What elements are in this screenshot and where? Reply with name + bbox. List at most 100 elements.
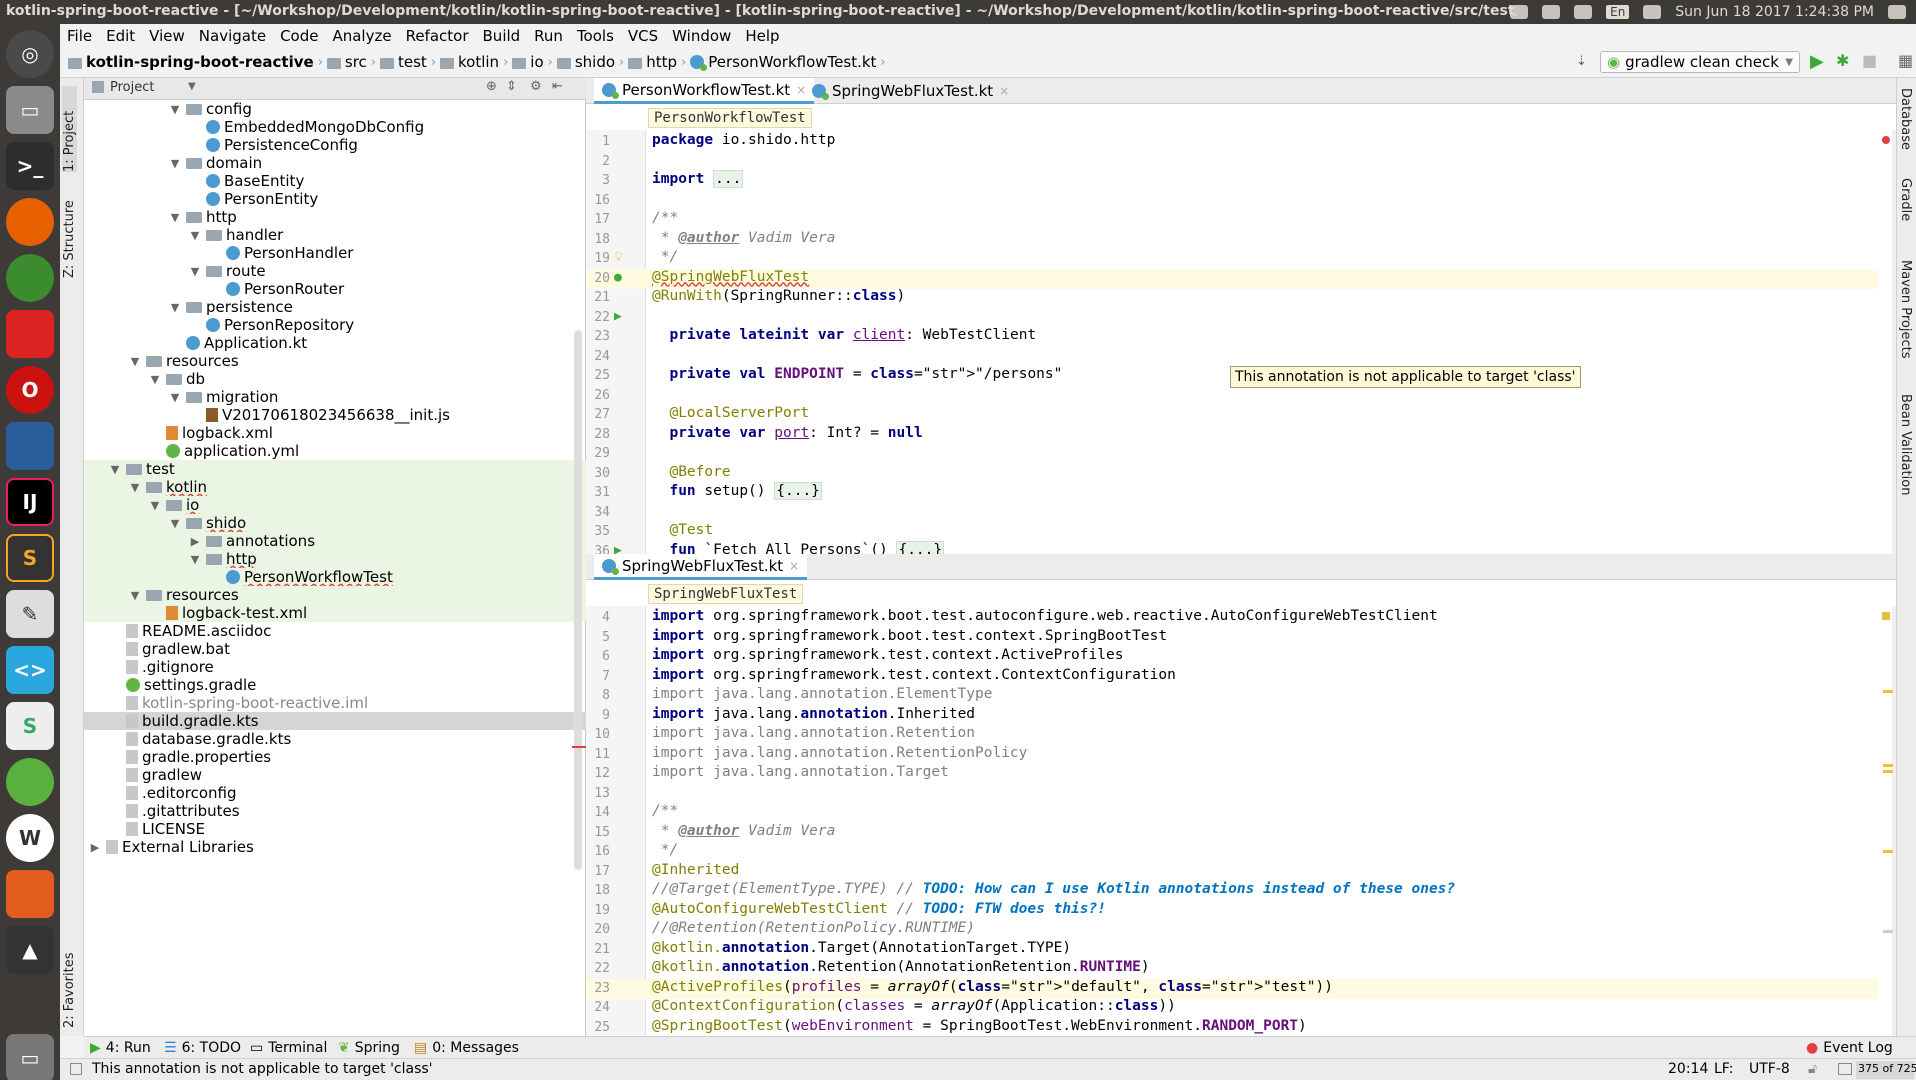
expand-down-icon[interactable]: ▼ <box>128 481 142 494</box>
expand-down-icon[interactable]: ▼ <box>188 229 202 242</box>
crumb-http[interactable]: http <box>646 53 677 71</box>
tab-gradle[interactable]: Gradle <box>1898 178 1913 248</box>
expand-right-icon[interactable]: ▶ <box>188 535 202 548</box>
editor-breadcrumb[interactable]: SpringWebFluxTest <box>648 584 804 604</box>
tree-item[interactable]: gradlew <box>84 766 586 784</box>
tool-terminal[interactable]: ▭ Terminal <box>250 1040 327 1056</box>
gear-icon[interactable]: ⚙ <box>530 79 542 94</box>
menu-navigate[interactable]: Navigate <box>192 27 273 45</box>
tree-item[interactable]: logback-test.xml <box>84 604 586 622</box>
opera-icon[interactable]: O <box>6 366 54 414</box>
tree-item[interactable]: ▼ shido <box>84 514 586 532</box>
expand-down-icon[interactable]: ▼ <box>148 499 162 512</box>
lock-icon[interactable]: 🔓︎ <box>1808 1061 1817 1077</box>
tree-item[interactable]: settings.gradle <box>84 676 586 694</box>
crumb-src[interactable]: src <box>345 53 367 71</box>
expand-down-icon[interactable]: ▼ <box>168 103 182 116</box>
tree-item[interactable]: ▼ config <box>84 100 586 118</box>
chrome-icon[interactable] <box>6 254 54 302</box>
tab-springwebfluxtest[interactable]: SpringWebFluxTest.kt × <box>804 78 1017 104</box>
tree-item[interactable]: ▼ kotlin <box>84 478 586 496</box>
intellij-idea-icon[interactable]: IJ <box>6 478 54 526</box>
expand-down-icon[interactable]: ▼ <box>108 463 122 476</box>
expand-down-icon[interactable]: ▼ <box>168 517 182 530</box>
tree-item[interactable]: database.gradle.kts <box>84 730 586 748</box>
expand-down-icon[interactable]: ▼ <box>128 589 142 602</box>
tree-item[interactable]: ▼ domain <box>84 154 586 172</box>
tree-item[interactable]: ▼ io <box>84 496 586 514</box>
wifi-icon[interactable] <box>1574 5 1593 19</box>
menu-help[interactable]: Help <box>738 27 786 45</box>
system-tray[interactable]: En Sun Jun 18 2017 1:24:38 PM <box>1510 0 1916 24</box>
tab-personworkflowtest[interactable]: PersonWorkflowTest.kt × <box>594 78 815 104</box>
inspector-icon[interactable] <box>1838 1063 1852 1075</box>
crumb-shido[interactable]: shido <box>575 53 615 71</box>
tree-item[interactable]: ▶ External Libraries <box>84 838 586 856</box>
tree-item[interactable]: PersonRouter <box>84 280 586 298</box>
tool-run[interactable]: ▶ 4: Run <box>90 1040 151 1056</box>
tree-item[interactable]: ▼ handler <box>84 226 586 244</box>
menu-file[interactable]: File <box>60 27 99 45</box>
menu-analyze[interactable]: Analyze <box>325 27 398 45</box>
tab-maven-projects[interactable]: Maven Projects <box>1898 260 1913 380</box>
app-red-icon[interactable] <box>6 310 54 358</box>
error-stripe-mark[interactable] <box>1883 770 1893 773</box>
app-w-icon[interactable]: W <box>6 814 54 862</box>
power-gear-icon[interactable] <box>1888 5 1906 19</box>
slack-icon[interactable]: S <box>6 702 54 750</box>
tree-item[interactable]: PersistenceConfig <box>84 136 586 154</box>
expand-down-icon[interactable]: ▼ <box>168 391 182 404</box>
crumb-test[interactable]: test <box>398 53 427 71</box>
menu-view[interactable]: View <box>142 27 192 45</box>
tree-item[interactable]: EmbeddedMongoDbConfig <box>84 118 586 136</box>
tab-database[interactable]: Database <box>1898 88 1913 168</box>
volume-icon[interactable] <box>1643 5 1662 19</box>
tool-event-log[interactable]: ● Event Log <box>1806 1040 1893 1056</box>
run-icon[interactable]: ▶ <box>1810 51 1824 72</box>
expand-right-icon[interactable]: ▶ <box>88 841 102 854</box>
tool-messages[interactable]: ▤ 0: Messages <box>414 1040 519 1056</box>
lightbulb-icon[interactable]: 💡︎ <box>614 250 623 265</box>
run-test-icon[interactable]: ▶ <box>614 309 622 324</box>
line-separator[interactable]: LF: <box>1714 1061 1733 1077</box>
collapse-all-icon[interactable]: ⇕ <box>506 79 517 94</box>
tree-item[interactable]: application.yml <box>84 442 586 460</box>
expand-down-icon[interactable]: ▼ <box>148 373 162 386</box>
project-structure-icon[interactable]: ▦ <box>1898 51 1913 70</box>
crumb-io[interactable]: io <box>530 53 543 71</box>
tree-item[interactable]: ▼ resources <box>84 586 586 604</box>
tree-item[interactable]: PersonWorkflowTest <box>84 568 586 586</box>
sublime-text-icon[interactable]: S <box>6 534 54 582</box>
menu-code[interactable]: Code <box>273 27 325 45</box>
tab-favorites[interactable]: 2: Favorites <box>62 932 77 1028</box>
expand-down-icon[interactable]: ▼ <box>188 265 202 278</box>
trash-icon[interactable]: ▭ <box>6 1034 54 1080</box>
drive-icon[interactable]: ▲ <box>6 926 54 974</box>
tree-item[interactable]: ▼ migration <box>84 388 586 406</box>
caret-position[interactable]: 20:14 <box>1668 1061 1708 1077</box>
tab-project[interactable]: 1: Project <box>62 86 77 172</box>
spring-bean-icon[interactable]: ● <box>614 270 622 285</box>
tree-item[interactable]: BaseEntity <box>84 172 586 190</box>
tree-item[interactable]: kotlin-spring-boot-reactive.iml <box>84 694 586 712</box>
menu-window[interactable]: Window <box>665 27 738 45</box>
toggle-tool-windows-icon[interactable] <box>70 1063 82 1075</box>
postman-icon[interactable] <box>6 870 54 918</box>
tree-item[interactable]: ▼ db <box>84 370 586 388</box>
tree-item[interactable]: ▼ http <box>84 208 586 226</box>
tree-item[interactable]: gradlew.bat <box>84 640 586 658</box>
tree-item[interactable]: ▼ http <box>84 550 586 568</box>
tree-item[interactable]: PersonRepository <box>84 316 586 334</box>
terminal-icon[interactable]: >_ <box>6 142 54 190</box>
tree-item[interactable]: ▼ persistence <box>84 298 586 316</box>
expand-down-icon[interactable]: ▼ <box>168 211 182 224</box>
expand-down-icon[interactable]: ▼ <box>168 301 182 314</box>
vpn-shield-icon[interactable] <box>6 422 54 470</box>
keyboard-layout[interactable]: En <box>1606 5 1630 19</box>
tree-item[interactable]: build.gradle.kts <box>84 712 586 730</box>
ubuntu-one-icon[interactable] <box>1510 5 1529 19</box>
dash-icon[interactable]: ◎ <box>6 30 54 78</box>
error-stripe-mark[interactable] <box>1883 764 1893 767</box>
tree-item[interactable]: ▼ test <box>84 460 586 478</box>
tree-item[interactable]: ▼ route <box>84 262 586 280</box>
